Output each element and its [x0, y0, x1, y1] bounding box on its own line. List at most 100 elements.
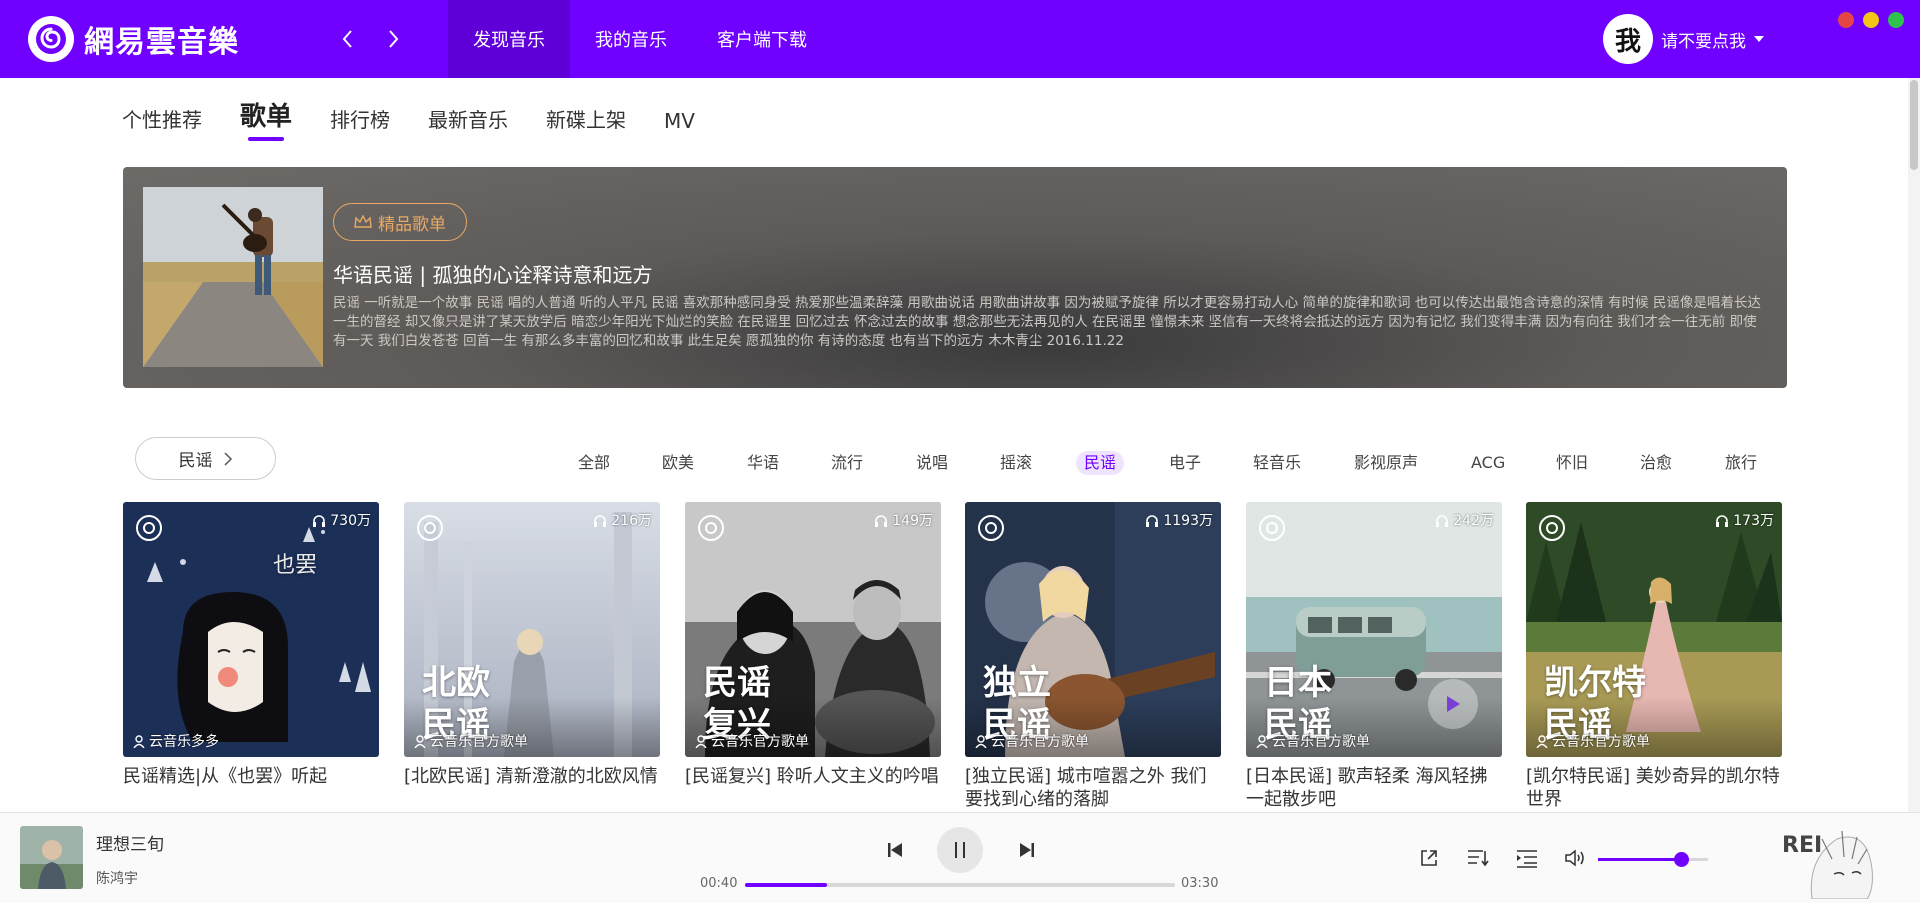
playlist-queue-button[interactable]: [1512, 843, 1542, 873]
forward-arrow-icon[interactable]: [378, 24, 408, 54]
playlist-creator[interactable]: 云音乐官方歌单: [975, 731, 1089, 751]
cover-text: 也罢: [273, 553, 318, 578]
playlist-title[interactable]: [民谣复兴] 聆听人文主义的吟唱: [685, 765, 941, 788]
playlist-card[interactable]: 日本 民谣 242万 云音乐官方歌单 [日本民谣] 歌声轻柔 海风轻拂一起散步吧: [1246, 502, 1502, 811]
playlist-title[interactable]: [北欧民谣] 清新澄澈的北欧风情: [404, 765, 660, 788]
banner-cover-image[interactable]: [143, 187, 323, 367]
tag-rock[interactable]: 摇滚: [992, 451, 1040, 475]
banner-title[interactable]: 华语民谣 | 孤独的心诠释诗意和远方: [333, 259, 652, 288]
song-artist[interactable]: 陈鸿宇: [96, 868, 138, 888]
playlist-card[interactable]: 独立 民谣 1193万 云音乐官方歌单 [独立民谣] 城市喧嚣之外 我们要找到心…: [965, 502, 1221, 811]
tag-acg[interactable]: ACG: [1463, 451, 1513, 475]
pause-button[interactable]: [937, 827, 983, 873]
premium-playlist-banner[interactable]: 精品歌单 华语民谣 | 孤独的心诠释诗意和远方 民谣 一听就是一个故事 民谣 唱…: [123, 167, 1787, 388]
netease-watermark-icon: [416, 514, 444, 546]
playlist-cover[interactable]: 北欧 民谣 216万 云音乐官方歌单: [404, 502, 660, 757]
netease-watermark-icon: [1258, 514, 1286, 546]
tag-rap[interactable]: 说唱: [908, 451, 956, 475]
previous-track-button[interactable]: [880, 835, 910, 865]
user-menu[interactable]: 我 请不要点我: [1603, 14, 1764, 64]
category-select-button[interactable]: 民谣: [135, 437, 276, 480]
banner-description: 民谣 一听就是一个故事 民谣 唱的人普通 听的人平凡 民谣 喜欢那种感同身受 热…: [333, 295, 1761, 349]
volume-button[interactable]: [1561, 843, 1591, 873]
nav-my-music[interactable]: 我的音乐: [570, 0, 692, 78]
netease-logo-icon: [28, 16, 74, 62]
app-logo[interactable]: 網易雲音樂: [28, 16, 239, 62]
username: 请不要点我: [1661, 31, 1746, 52]
song-cover[interactable]: [20, 826, 83, 889]
cover-overlay-line: 独立: [983, 663, 1051, 703]
tag-travel[interactable]: 旅行: [1717, 451, 1765, 475]
back-arrow-icon[interactable]: [333, 24, 363, 54]
play-order-button[interactable]: [1463, 843, 1493, 873]
user-icon: [1536, 734, 1548, 748]
tag-soundtrack[interactable]: 影视原声: [1346, 451, 1426, 475]
creator-name: 云音乐官方歌单: [430, 734, 528, 750]
playlist-title[interactable]: [独立民谣] 城市喧嚣之外 我们要找到心绪的落脚: [965, 765, 1221, 811]
playlist-title[interactable]: 民谣精选|从《也罢》听起: [123, 765, 379, 788]
playlist-creator[interactable]: 云音乐官方歌单: [1536, 731, 1650, 751]
tab-new-albums[interactable]: 新碟上架: [546, 104, 626, 141]
tag-folk[interactable]: 民谣: [1076, 451, 1125, 475]
song-title[interactable]: 理想三旬: [96, 830, 164, 855]
play-count-value: 173万: [1733, 513, 1774, 529]
nav-client-download[interactable]: 客户端下载: [692, 0, 832, 78]
maximize-window-button[interactable]: [1888, 12, 1904, 28]
scrollbar[interactable]: [1908, 78, 1920, 812]
tab-recommend[interactable]: 个性推荐: [122, 104, 202, 141]
tab-new-songs[interactable]: 最新音乐: [428, 104, 508, 141]
chevron-right-icon: [223, 451, 232, 466]
tag-all[interactable]: 全部: [570, 451, 618, 475]
play-count-value: 730万: [330, 513, 371, 529]
nav-discover-music[interactable]: 发现音乐: [448, 0, 570, 78]
playlist-cover[interactable]: 也罢 730万 云音乐多多: [123, 502, 379, 757]
user-icon: [695, 734, 707, 748]
tag-light-music[interactable]: 轻音乐: [1245, 451, 1309, 475]
playlist-card[interactable]: 凯尔特 民谣 173万 云音乐官方歌单 [凯尔特民谣] 美妙奇异的凯尔特世界: [1526, 502, 1782, 811]
creator-name: 云音乐多多: [149, 734, 219, 750]
close-window-button[interactable]: [1838, 12, 1854, 28]
tab-charts[interactable]: 排行榜: [330, 104, 390, 141]
progress-bar[interactable]: [745, 883, 1175, 887]
playlist-card[interactable]: 民谣 复兴 149万 云音乐官方歌单 [民谣复兴] 聆听人文主义的吟唱: [685, 502, 941, 788]
tag-electronic[interactable]: 电子: [1161, 451, 1209, 475]
tag-nostalgia[interactable]: 怀旧: [1548, 451, 1596, 475]
playlist-creator[interactable]: 云音乐官方歌单: [695, 731, 809, 751]
playlist-title[interactable]: [日本民谣] 歌声轻柔 海风轻拂一起散步吧: [1246, 765, 1502, 811]
play-icon: [1447, 696, 1460, 712]
top-bar: 網易雲音樂 发现音乐 我的音乐 客户端下载 我 请不要点我: [0, 0, 1920, 78]
next-track-button[interactable]: [1012, 835, 1042, 865]
creator-name: 云音乐官方歌单: [711, 734, 809, 750]
netease-watermark-icon: [977, 514, 1005, 546]
netease-watermark-icon: [1538, 514, 1566, 546]
playlist-creator[interactable]: 云音乐官方歌单: [414, 731, 528, 751]
premium-badge[interactable]: 精品歌单: [333, 203, 467, 241]
scrollbar-thumb[interactable]: [1910, 80, 1918, 170]
play-overlay-button[interactable]: [1428, 679, 1478, 729]
playlist-cover[interactable]: 独立 民谣 1193万 云音乐官方歌单: [965, 502, 1221, 757]
tag-western[interactable]: 欧美: [654, 451, 702, 475]
volume-slider[interactable]: [1598, 852, 1708, 867]
tag-pop[interactable]: 流行: [823, 451, 871, 475]
caret-down-icon: [1754, 36, 1764, 42]
tag-healing[interactable]: 治愈: [1632, 451, 1680, 475]
playlist-creator[interactable]: 云音乐多多: [133, 731, 219, 751]
skip-forward-icon: [1020, 843, 1034, 857]
playlist-creator[interactable]: 云音乐官方歌单: [1256, 731, 1370, 751]
minimize-window-button[interactable]: [1863, 12, 1879, 28]
playlist-card[interactable]: 也罢 730万 云音乐多多 民谣精选|从《也罢》听起: [123, 502, 379, 788]
playlist-cover[interactable]: 日本 民谣 242万 云音乐官方歌单: [1246, 502, 1502, 757]
tab-playlists[interactable]: 歌单: [240, 96, 292, 141]
playlist-cover[interactable]: 民谣 复兴 149万 云音乐官方歌单: [685, 502, 941, 757]
netease-watermark-icon: [697, 514, 725, 546]
user-icon: [414, 734, 426, 748]
playlist-cover[interactable]: 凯尔特 民谣 173万 云音乐官方歌单: [1526, 502, 1782, 757]
top-nav: 发现音乐 我的音乐 客户端下载: [448, 0, 832, 78]
playlist-card[interactable]: 北欧 民谣 216万 云音乐官方歌单 [北欧民谣] 清新澄澈的北欧风情: [404, 502, 660, 788]
tab-mv[interactable]: MV: [664, 109, 695, 141]
playlist-title[interactable]: [凯尔特民谣] 美妙奇异的凯尔特世界: [1526, 765, 1782, 811]
tag-chinese[interactable]: 华语: [739, 451, 787, 475]
user-icon: [975, 734, 987, 748]
volume-knob[interactable]: [1673, 852, 1689, 867]
share-button[interactable]: [1414, 843, 1444, 873]
